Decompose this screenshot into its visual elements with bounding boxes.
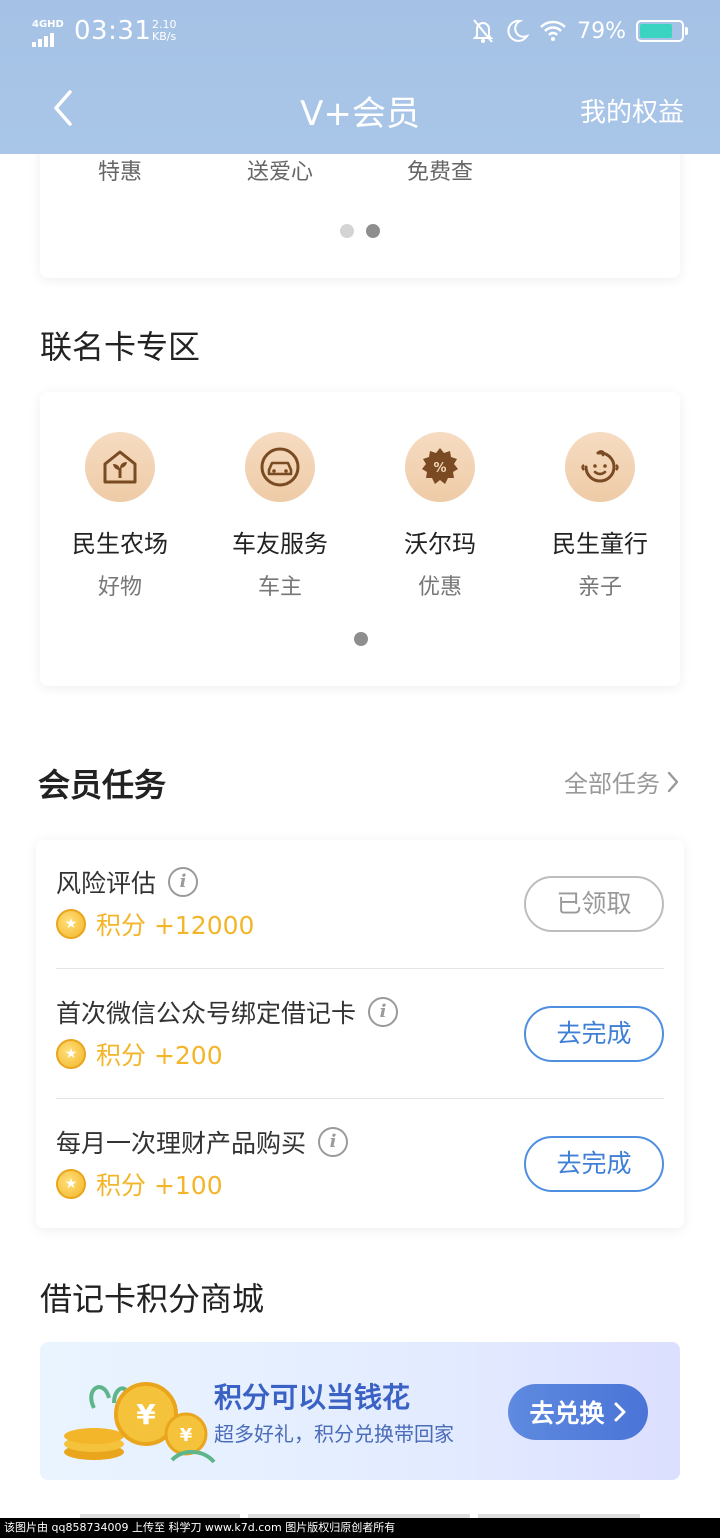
car-icon — [245, 432, 315, 502]
info-icon[interactable]: i — [368, 997, 399, 1027]
redeem-button-label: 去兑换 — [529, 1399, 605, 1428]
cobrand-item-farm[interactable]: 民生农场 好物 — [40, 432, 200, 601]
status-icons: 79% — [471, 18, 688, 44]
network-speed: 2.10 KB/s — [152, 19, 177, 43]
cobrand-name: 民生童行 — [552, 530, 648, 558]
coin-icon: ★ — [56, 1169, 86, 1199]
discount-badge-icon: % — [405, 432, 475, 502]
gold-coins-illustration: ¥ ¥ — [64, 1382, 216, 1464]
battery-icon — [636, 20, 688, 42]
coin-icon: ★ — [56, 909, 86, 939]
benefit-label[interactable]: 特惠 — [40, 154, 200, 186]
cobrand-sub: 优惠 — [417, 575, 462, 600]
banner-title: 积分可以当钱花 — [214, 1381, 411, 1414]
signal-indicator: 4GHD — [32, 18, 64, 47]
task-name-wrap: 每月一次理财产品购买 i — [56, 1124, 349, 1160]
pager-dot-active[interactable] — [366, 224, 380, 238]
task-row: 风险评估 i ★ 积分 +12000 已领取 — [56, 840, 664, 970]
banner-subtitle: 超多好礼，积分兑换带回家 — [214, 1422, 454, 1446]
cobrand-sub: 车主 — [257, 575, 302, 600]
cobrand-sub: 亲子 — [577, 575, 622, 600]
task-name-wrap: 风险评估 i — [56, 864, 199, 900]
all-tasks-link[interactable]: 全部任务 — [564, 764, 680, 799]
battery-percent: 79% — [577, 18, 626, 44]
task-points-text: 积分 +200 — [96, 1041, 223, 1070]
task-row: 每月一次理财产品购买 i ★ 积分 +100 去完成 — [56, 1100, 664, 1230]
carousel-pager — [340, 224, 380, 238]
complete-task-button[interactable]: 去完成 — [524, 1136, 664, 1192]
divider — [56, 968, 664, 969]
status-bar: 4GHD 03:31 2.10 KB/s 79% — [0, 14, 720, 54]
task-points: ★ 积分 +12000 — [56, 906, 254, 942]
signal-bars-icon — [32, 33, 56, 47]
info-icon[interactable]: i — [318, 1127, 349, 1157]
pager-dot[interactable] — [340, 224, 354, 238]
task-points-text: 积分 +100 — [96, 1171, 223, 1200]
speed-unit: KB/s — [152, 30, 177, 43]
cobrand-item-kids[interactable]: 民生童行 亲子 — [520, 432, 680, 601]
svg-text:¥: ¥ — [136, 1398, 156, 1431]
task-row: 首次微信公众号绑定借记卡 i ★ 积分 +200 去完成 — [56, 970, 664, 1100]
pager-dot-active[interactable] — [354, 632, 368, 646]
status-time: 03:31 — [74, 16, 152, 46]
task-points: ★ 积分 +200 — [56, 1036, 223, 1072]
info-icon[interactable]: i — [168, 867, 199, 897]
task-points-text: 积分 +12000 — [96, 911, 255, 940]
benefit-label[interactable]: 送爱心 — [200, 154, 360, 186]
complete-task-button[interactable]: 去完成 — [524, 1006, 664, 1062]
cobrand-name: 沃尔玛 — [404, 530, 476, 558]
baby-face-icon — [565, 432, 635, 502]
nav-bar: V+会员 我的权益 — [0, 78, 720, 142]
task-points: ★ 积分 +100 — [56, 1166, 223, 1202]
cobrand-item-walmart[interactable]: % 沃尔玛 优惠 — [360, 432, 520, 601]
section-title-cobrand: 联名卡专区 — [40, 328, 201, 366]
benefit-label[interactable]: 免费查 — [360, 154, 520, 186]
house-sprout-icon — [85, 432, 155, 502]
moon-icon — [507, 19, 530, 42]
redeem-button[interactable]: 去兑换 — [508, 1384, 648, 1440]
points-mall-banner[interactable]: ¥ ¥ 积分可以当钱花 超多好礼，积分兑换带回家 去兑换 — [40, 1342, 680, 1480]
my-benefits-link[interactable]: 我的权益 — [580, 92, 684, 129]
cobrand-name: 民生农场 — [72, 530, 168, 558]
chevron-right-icon — [614, 1402, 625, 1422]
cobrand-sub: 好物 — [97, 575, 142, 600]
task-name-wrap: 首次微信公众号绑定借记卡 i — [56, 994, 399, 1030]
chevron-right-icon — [667, 771, 679, 792]
svg-text:%: % — [433, 461, 446, 476]
task-list: 风险评估 i ★ 积分 +12000 已领取 首次微信公众号绑定借记卡 i ★ … — [36, 840, 684, 1228]
header-bar: 4GHD 03:31 2.10 KB/s 79% V+会员 我的权益 — [0, 0, 720, 154]
divider — [56, 1098, 664, 1099]
cobrand-item-car[interactable]: 车友服务 车主 — [200, 432, 360, 601]
mute-bell-icon — [472, 19, 494, 43]
cobrand-card-panel: 民生农场 好物 车友服务 车主 % 沃尔玛 优惠 民生童行 亲子 — [40, 392, 680, 686]
network-type: 4GHD — [32, 19, 64, 30]
svg-text:¥: ¥ — [180, 1425, 193, 1446]
wifi-icon — [540, 20, 566, 41]
watermark-text: 该图片由 qq858734009 上传至 科学刀 www.k7d.com 图片版… — [0, 1518, 720, 1538]
cobrand-name: 车友服务 — [232, 530, 328, 558]
section-title-mall: 借记卡积分商城 — [40, 1280, 265, 1318]
all-tasks-label: 全部任务 — [564, 770, 660, 798]
section-title-tasks: 会员任务 — [38, 766, 167, 804]
claimed-button[interactable]: 已领取 — [524, 876, 664, 932]
task-name: 每月一次理财产品购买 — [56, 1129, 307, 1158]
task-name: 风险评估 — [56, 869, 157, 898]
coin-icon: ★ — [56, 1039, 86, 1069]
carousel-pager — [354, 632, 368, 646]
task-name: 首次微信公众号绑定借记卡 — [56, 999, 357, 1028]
